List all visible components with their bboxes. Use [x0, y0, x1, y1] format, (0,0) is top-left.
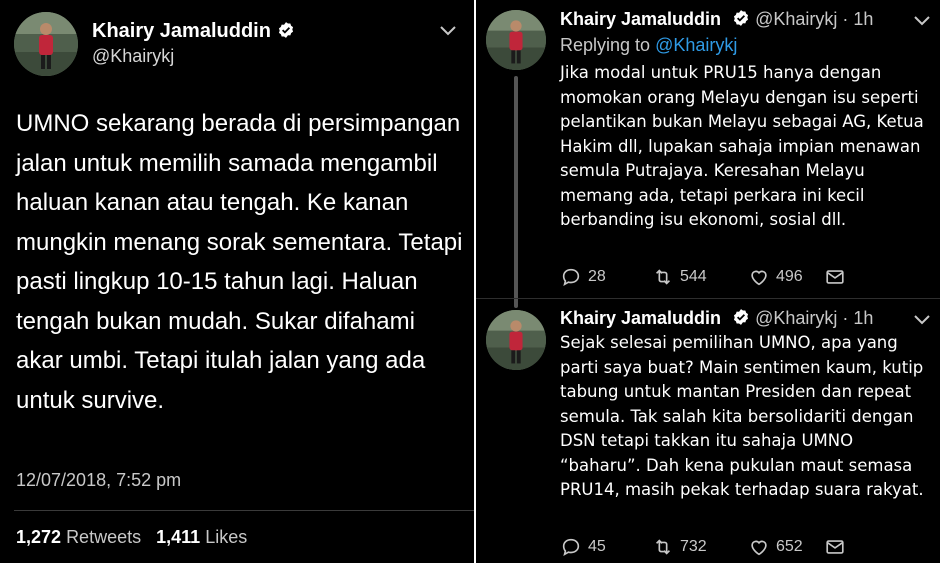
reply-button[interactable]: 28: [560, 266, 606, 288]
like-count: 496: [776, 268, 803, 285]
retweets-label[interactable]: Retweets: [66, 527, 141, 547]
verified-badge-icon: [734, 309, 749, 325]
retweet-count: 544: [680, 268, 707, 285]
reply-text: Sejak selesai pemilihan UMNO, apa yang p…: [560, 333, 924, 499]
avatar-photo: [486, 10, 546, 70]
reply-time[interactable]: · 1h: [842, 9, 873, 29]
engagement-stats: 1,272 Retweets 1,411 Likes: [16, 527, 247, 548]
retweet-icon: [655, 539, 671, 555]
verified-badge-icon: [278, 22, 293, 38]
replying-to: Replying to @Khairykj: [560, 35, 737, 56]
divider: [14, 510, 474, 511]
reply-button[interactable]: 45: [560, 536, 606, 558]
envelope-icon: [826, 540, 844, 554]
author-handle[interactable]: @Khairykj: [92, 46, 174, 67]
envelope-icon: [826, 270, 844, 284]
avatar[interactable]: [486, 10, 546, 70]
retweets-count[interactable]: 1,272: [16, 527, 61, 547]
reply-count: 45: [588, 538, 606, 555]
avatar[interactable]: [14, 12, 78, 76]
avatar-photo: [14, 12, 78, 76]
retweet-count: 732: [680, 538, 707, 555]
retweet-icon: [655, 269, 671, 285]
like-button[interactable]: 496: [748, 266, 803, 288]
direct-message-button[interactable]: [824, 536, 852, 558]
like-button[interactable]: 652: [748, 536, 803, 558]
thread-connector: [514, 76, 518, 308]
replying-to-link[interactable]: @Khairykj: [655, 35, 737, 55]
reply-text: Jika modal untuk PRU15 hanya dengan momo…: [560, 63, 924, 229]
tweet-actions: 45 732 652: [560, 536, 940, 560]
tweet-text: UMNO sekarang berada di persimpangan jal…: [16, 110, 463, 414]
reply-icon: [562, 268, 580, 287]
author-handle[interactable]: @Khairykj: [755, 9, 837, 29]
like-count: 652: [776, 538, 803, 555]
author-name[interactable]: Khairy Jamaluddin: [560, 308, 721, 328]
author-name[interactable]: Khairy Jamaluddin: [560, 9, 721, 29]
reply-header: Khairy Jamaluddin @Khairykj · 1h: [560, 308, 873, 329]
chevron-down-icon[interactable]: [438, 24, 458, 38]
chevron-down-icon[interactable]: [912, 313, 932, 327]
avatar[interactable]: [486, 310, 546, 370]
author-name-text[interactable]: Khairy Jamaluddin: [92, 20, 271, 42]
likes-count[interactable]: 1,411: [156, 527, 200, 547]
avatar-photo: [486, 310, 546, 370]
retweet-button[interactable]: 544: [652, 266, 707, 288]
reply-header: Khairy Jamaluddin @Khairykj · 1h: [560, 9, 873, 30]
author-name[interactable]: Khairy Jamaluddin: [92, 20, 295, 43]
tweet-timestamp[interactable]: 12/07/2018, 7:52 pm: [16, 470, 181, 491]
reply-count: 28: [588, 268, 606, 285]
main-tweet: Khairy Jamaluddin @Khairykj UMNO sekaran…: [0, 0, 474, 563]
direct-message-button[interactable]: [824, 266, 852, 288]
retweet-button[interactable]: 732: [652, 536, 707, 558]
verified-badge-icon: [734, 10, 749, 26]
likes-label[interactable]: Likes: [205, 527, 247, 547]
heart-icon: [751, 270, 767, 286]
reply-time[interactable]: · 1h: [842, 308, 873, 328]
replying-to-label: Replying to: [560, 35, 651, 55]
chevron-down-icon[interactable]: [912, 14, 932, 28]
reply-icon: [562, 538, 580, 557]
tweet-actions: 28 544 496: [560, 266, 940, 290]
heart-icon: [751, 540, 767, 556]
author-handle[interactable]: @Khairykj: [755, 308, 837, 328]
divider: [476, 298, 940, 299]
reply-thread: Khairy Jamaluddin @Khairykj · 1h Replyin…: [476, 0, 940, 563]
